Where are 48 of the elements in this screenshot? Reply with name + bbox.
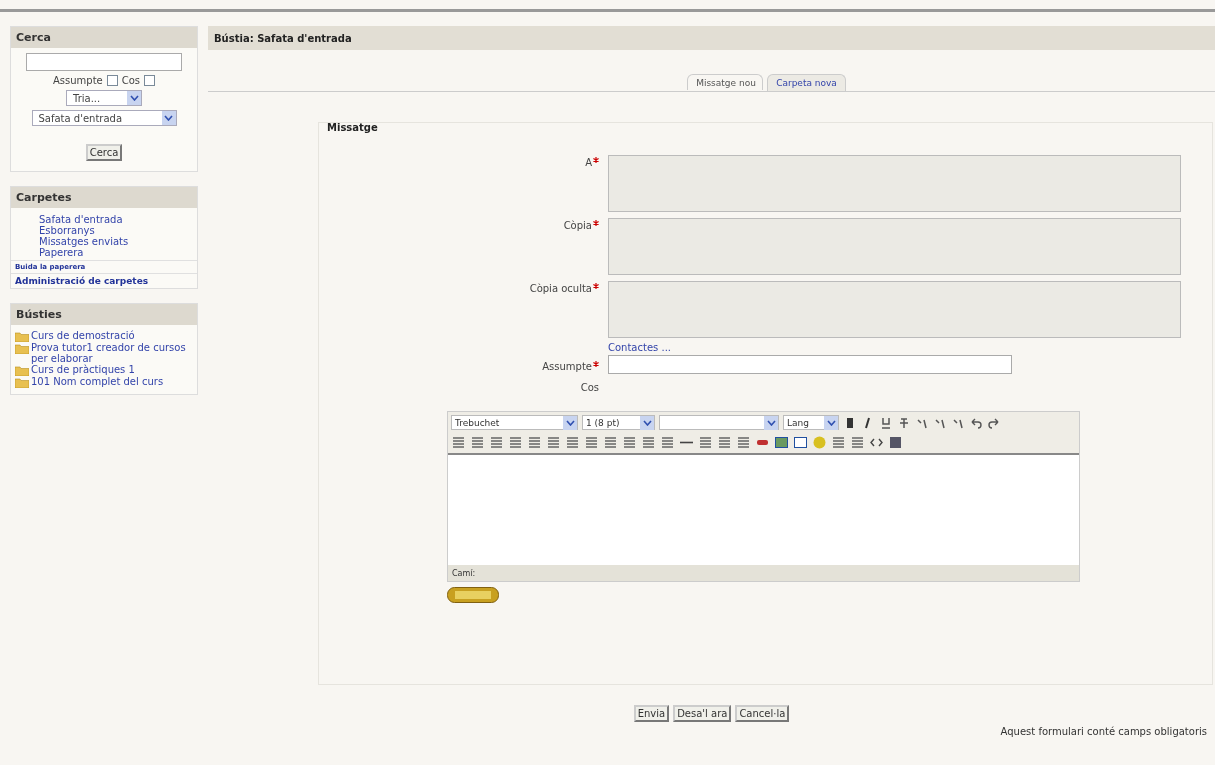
path-label: Camí:	[452, 568, 476, 578]
folder-icon	[15, 331, 29, 342]
folder-icon	[15, 343, 29, 354]
form-button[interactable]: Cancel·la	[735, 705, 790, 722]
required-fields-note: Aquest formulari conté camps obligatoris	[999, 726, 1208, 737]
font-dropdown[interactable]: Trebuchet	[451, 415, 578, 430]
fieldset-legend: Missatge	[327, 122, 378, 133]
checkbox[interactable]	[106, 75, 118, 86]
field-label: Còpia oculta	[529, 283, 592, 294]
folder-icon	[15, 365, 29, 376]
editor-toggle-icon[interactable]	[447, 587, 499, 603]
format-dropdown[interactable]	[659, 415, 779, 430]
recipient-field[interactable]	[608, 218, 1181, 275]
contacts-link[interactable]: Contactes ...	[608, 342, 1181, 353]
tab[interactable]: Missatge nou	[687, 74, 764, 90]
mailbox-link[interactable]: 101 Nom complet del curs	[31, 376, 164, 387]
mailbox-link[interactable]: Curs de demostració	[31, 330, 135, 341]
field-label: A	[585, 157, 592, 168]
tab[interactable]: Carpeta nova	[767, 74, 846, 91]
recipient-field[interactable]	[608, 155, 1181, 212]
page-title: Bústia: Safata d'entrada	[214, 32, 352, 44]
search-field[interactable]	[26, 53, 182, 71]
folder-icon	[15, 377, 29, 388]
select-dropdown[interactable]: Safata d'entrada	[31, 110, 177, 126]
mailbox-link[interactable]: Curs de pràctiques 1	[31, 364, 135, 375]
manage-folders-link[interactable]: Administració de carpetes	[11, 273, 197, 288]
form-button[interactable]: Envia	[633, 705, 670, 722]
folder-link[interactable]: Missatges enviats	[39, 236, 197, 247]
subject-field[interactable]	[608, 355, 1012, 374]
folder-link[interactable]: Safata d'entrada	[39, 214, 197, 225]
field-label: Còpia	[563, 220, 592, 231]
language-dropdown[interactable]: Lang	[783, 415, 839, 430]
field-label: Cos	[579, 381, 599, 393]
mailbox-link[interactable]: Prova tutor1 creador de cursos per elaborar	[31, 342, 193, 364]
block-title: Cerca	[11, 27, 197, 48]
field-label: Assumpte	[542, 361, 592, 372]
folder-link[interactable]: Paperera	[39, 247, 197, 258]
size-dropdown[interactable]: 1 (8 pt)	[582, 415, 655, 430]
checkbox-label: Assumpte	[52, 75, 103, 86]
search-button[interactable]: Cerca	[85, 144, 123, 161]
checkbox[interactable]	[144, 75, 156, 86]
block-title: Carpetes	[11, 187, 197, 208]
checkbox-label: Cos	[121, 75, 141, 86]
form-button[interactable]: Desa'l ara	[673, 705, 732, 722]
select-dropdown[interactable]: Tria...	[66, 90, 142, 106]
folder-link[interactable]: Esborranys	[39, 225, 197, 236]
block-title: Bústies	[11, 304, 197, 325]
recipient-field[interactable]	[608, 281, 1181, 338]
